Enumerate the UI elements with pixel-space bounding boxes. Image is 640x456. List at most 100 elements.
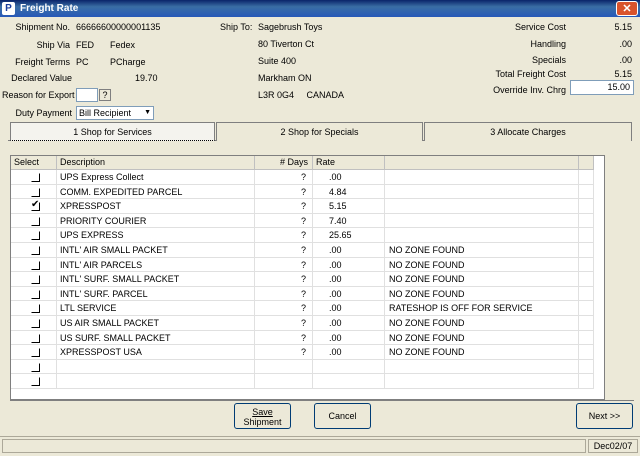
extra-cell: [579, 272, 594, 287]
select-checkbox[interactable]: [31, 319, 40, 328]
select-cell[interactable]: [11, 301, 57, 316]
chevron-down-icon: ▼: [144, 109, 151, 116]
description-cell: INTL' AIR PARCELS: [57, 257, 255, 273]
cancel-button[interactable]: Cancel: [314, 403, 371, 429]
col-select: Select: [11, 156, 57, 170]
tab-allocate-charges[interactable]: 3 Allocate Charges: [424, 122, 632, 141]
extra-cell: [579, 301, 594, 316]
days-cell: ?: [255, 286, 313, 302]
select-checkbox[interactable]: [31, 260, 40, 270]
select-checkbox[interactable]: [31, 289, 40, 299]
note-cell: NO ZONE FOUND: [385, 330, 579, 346]
select-cell[interactable]: [11, 330, 57, 346]
note-cell: [385, 228, 579, 243]
rate-cell: [313, 359, 385, 375]
total-freight-value: 5.15: [614, 69, 632, 79]
description-cell: US SURF. SMALL PACKET: [57, 330, 255, 346]
description-cell: INTL' AIR SMALL PACKET: [57, 243, 255, 258]
save-label-line2: Shipment: [243, 417, 282, 427]
duty-payment-select[interactable]: Bill Recipient ▼: [76, 106, 154, 120]
select-cell[interactable]: [11, 213, 57, 229]
note-cell: [385, 374, 579, 389]
select-cell[interactable]: [11, 243, 57, 258]
description-cell: US AIR SMALL PACKET: [57, 316, 255, 331]
rate-cell: .00: [313, 257, 385, 273]
save-shipment-button[interactable]: Save Shipment: [234, 403, 291, 429]
ship-to-line-2: 80 Tiverton Ct: [258, 39, 315, 49]
specials-value: .00: [619, 55, 632, 65]
status-message: [2, 439, 586, 453]
select-checkbox[interactable]: [31, 173, 40, 182]
select-cell[interactable]: [11, 286, 57, 302]
select-cell[interactable]: [11, 374, 57, 389]
select-checkbox[interactable]: [31, 377, 40, 387]
select-checkbox[interactable]: [31, 231, 40, 241]
reason-lookup-button[interactable]: ?: [99, 89, 111, 101]
rate-cell: .00: [313, 316, 385, 331]
ship-to-line-4: Markham ON: [258, 73, 312, 83]
description-cell: INTL' SURF. PARCEL: [57, 286, 255, 302]
description-cell: COMM. EXPEDITED PARCEL: [57, 184, 255, 200]
days-cell: ?: [255, 199, 313, 214]
note-cell: NO ZONE FOUND: [385, 345, 579, 360]
shipment-no-label: Shipment No.: [15, 22, 70, 32]
select-checkbox[interactable]: [31, 362, 40, 372]
override-label: Override Inv. Chrg: [493, 85, 566, 95]
days-cell: ?: [255, 272, 313, 287]
specials-label: Specials: [531, 55, 566, 65]
select-cell[interactable]: [11, 316, 57, 331]
ship-via-code: FED: [76, 40, 94, 50]
handling-value: .00: [619, 39, 632, 49]
extra-cell: [579, 345, 594, 360]
ship-to-label: Ship To:: [220, 22, 253, 32]
tab-shop-for-specials[interactable]: 2 Shop for Specials: [216, 122, 423, 141]
duty-payment-value: Bill Recipient: [79, 108, 132, 118]
app-icon: P: [2, 2, 15, 15]
select-cell[interactable]: [11, 359, 57, 375]
shipment-no-value: 66666600000001135: [76, 22, 161, 32]
description-cell: PRIORITY COURIER: [57, 213, 255, 229]
select-checkbox[interactable]: [31, 216, 40, 226]
rate-cell: .00: [313, 243, 385, 258]
select-cell[interactable]: [11, 257, 57, 273]
tab-shop-for-services[interactable]: 1 Shop for Services: [10, 122, 215, 141]
select-checkbox[interactable]: [31, 333, 40, 343]
select-cell[interactable]: [11, 345, 57, 360]
save-label-line1: Save: [252, 407, 273, 417]
select-checkbox[interactable]: [31, 246, 40, 255]
rate-cell: .00: [313, 301, 385, 316]
select-cell[interactable]: ✔: [11, 199, 57, 214]
extra-cell: [579, 316, 594, 331]
select-checkbox[interactable]: [31, 304, 40, 314]
extra-cell: [579, 243, 594, 258]
select-cell[interactable]: [11, 184, 57, 200]
rate-cell: 4.84: [313, 184, 385, 200]
note-cell: NO ZONE FOUND: [385, 272, 579, 287]
select-checkbox[interactable]: [31, 275, 40, 285]
select-cell[interactable]: [11, 170, 57, 185]
ship-via-label: Ship Via: [36, 40, 70, 50]
description-cell: UPS Express Collect: [57, 170, 255, 185]
note-cell: RATESHOP IS OFF FOR SERVICE: [385, 301, 579, 316]
select-checkbox[interactable]: [31, 187, 40, 197]
override-input[interactable]: 15.00: [570, 80, 634, 95]
declared-value: 19.70: [135, 73, 158, 83]
select-cell[interactable]: [11, 272, 57, 287]
select-checkbox[interactable]: ✔: [31, 199, 40, 212]
extra-cell: [579, 257, 594, 273]
col-days: # Days: [255, 156, 313, 170]
note-cell: NO ZONE FOUND: [385, 243, 579, 258]
handling-label: Handling: [530, 39, 566, 49]
note-cell: NO ZONE FOUND: [385, 316, 579, 331]
rate-cell: .00: [313, 170, 385, 185]
title-bar: P Freight Rate ✕: [0, 0, 640, 17]
reason-for-export-input[interactable]: [76, 88, 98, 102]
col-description: Description: [57, 156, 255, 170]
rate-cell: 7.40: [313, 213, 385, 229]
select-cell[interactable]: [11, 228, 57, 243]
next-button[interactable]: Next >>: [576, 403, 633, 429]
select-checkbox[interactable]: [31, 348, 40, 358]
status-bar: Dec02/07: [0, 436, 640, 456]
close-button[interactable]: ✕: [616, 1, 638, 16]
freight-terms-code: PC: [76, 57, 89, 67]
